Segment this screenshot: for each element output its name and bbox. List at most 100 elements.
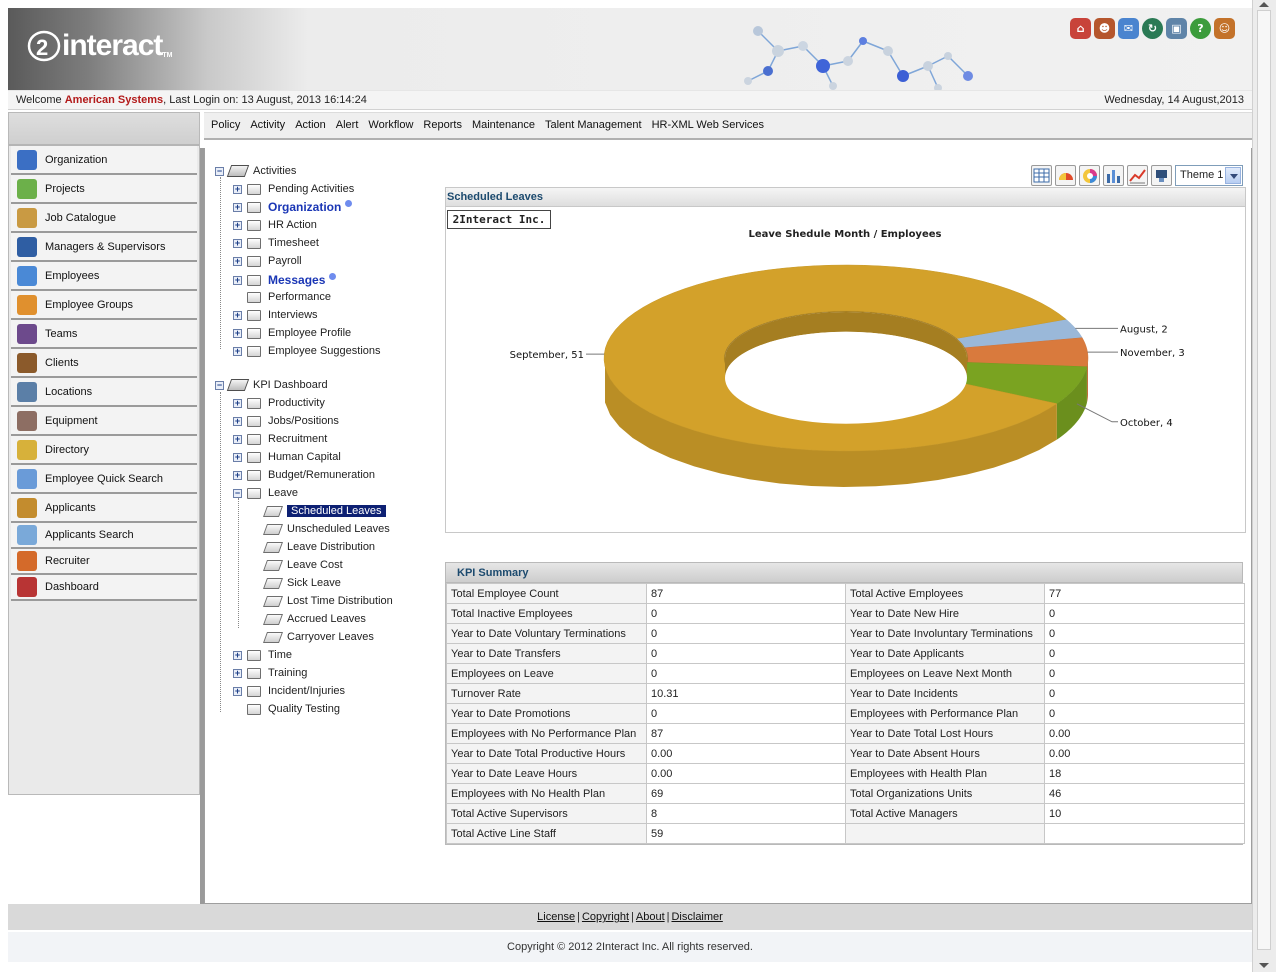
logout-user-icon[interactable]: ☺ (1214, 18, 1235, 39)
sidebar-item-directory[interactable]: Directory (11, 436, 197, 465)
tree-item-productivity[interactable]: + Productivity (233, 394, 325, 412)
sidebar-item-applicants[interactable]: Applicants (11, 494, 197, 523)
tree-item-quality-testing[interactable]: Quality Testing (247, 700, 340, 718)
dashboard-icon (17, 577, 37, 597)
home-icon[interactable]: ⌂ (1070, 18, 1091, 39)
sidebar-item-recruiter[interactable]: Recruiter (11, 549, 197, 575)
tree-leaf-lost-time-distribution[interactable]: Lost Time Distribution (262, 592, 393, 610)
menu-hr-xml-web-services[interactable]: HR-XML Web Services (652, 113, 764, 138)
expand-icon[interactable]: + (233, 686, 242, 696)
collapse-icon[interactable]: − (215, 166, 224, 176)
sidebar-item-managers[interactable]: Managers & Supervisors (11, 233, 197, 262)
expand-icon[interactable]: + (233, 434, 242, 444)
sidebar-item-quick-search[interactable]: Employee Quick Search (11, 465, 197, 494)
expand-icon[interactable]: + (233, 398, 242, 408)
tree-item-organization[interactable]: + Organization (233, 198, 353, 216)
chevron-down-icon[interactable] (1225, 167, 1241, 184)
sidebar-item-employees[interactable]: Employees (11, 262, 197, 291)
tree-item-performance[interactable]: Performance (247, 288, 331, 306)
mail-icon[interactable]: ✉ (1118, 18, 1139, 39)
tree-item-time[interactable]: + Time (233, 646, 292, 664)
footer-link-about[interactable]: About (636, 911, 665, 923)
tree-leaf-unscheduled-leaves[interactable]: Unscheduled Leaves (262, 520, 390, 538)
menu-activity[interactable]: Activity (250, 113, 285, 138)
collapse-icon[interactable]: − (233, 488, 242, 498)
expand-icon[interactable]: + (233, 416, 242, 426)
export-icon[interactable] (1151, 165, 1172, 186)
expand-icon[interactable]: + (233, 470, 242, 480)
tree-kpi-dashboard[interactable]: − KPI Dashboard (215, 376, 328, 394)
sidebar-item-applicants-search[interactable]: Applicants Search (11, 523, 197, 549)
tree-leaf-leave-cost[interactable]: Leave Cost (262, 556, 343, 574)
sync-icon[interactable]: ↻ (1142, 18, 1163, 39)
line-chart-icon[interactable] (1127, 165, 1148, 186)
sidebar-item-dashboard[interactable]: Dashboard (11, 575, 197, 601)
tree-item-training[interactable]: + Training (233, 664, 307, 682)
tree-item-messages[interactable]: + Messages (233, 271, 337, 289)
footer-link-disclaimer[interactable]: Disclaimer (671, 911, 722, 923)
tree-item-timesheet[interactable]: + Timesheet (233, 234, 319, 252)
expand-icon[interactable]: + (233, 328, 242, 338)
sidebar-item-organization[interactable]: Organization (11, 146, 197, 175)
bar-chart-icon[interactable] (1103, 165, 1124, 186)
expand-icon[interactable]: + (233, 256, 242, 266)
tree-item-human-capital[interactable]: + Human Capital (233, 448, 341, 466)
expand-icon[interactable]: + (233, 650, 242, 660)
menu-workflow[interactable]: Workflow (368, 113, 413, 138)
app-logo[interactable]: 2 interactTM (26, 28, 172, 64)
expand-icon[interactable]: + (233, 310, 242, 320)
tree-leaf-scheduled-leaves[interactable]: Scheduled Leaves (262, 502, 386, 520)
scroll-down-icon[interactable] (1259, 963, 1269, 968)
scroll-up-icon[interactable] (1259, 2, 1269, 7)
tree-leaf-accrued-leaves[interactable]: Accrued Leaves (262, 610, 366, 628)
footer-link-copyright[interactable]: Copyright (582, 911, 629, 923)
tree-item-budget-remuneration[interactable]: + Budget/Remuneration (233, 466, 375, 484)
scrollbar-thumb[interactable] (1257, 10, 1271, 950)
tree-item-interviews[interactable]: + Interviews (233, 306, 318, 324)
expand-icon[interactable]: + (233, 275, 242, 285)
sidebar-item-employee-groups[interactable]: Employee Groups (11, 291, 197, 320)
tree-item-employee-suggestions[interactable]: + Employee Suggestions (233, 342, 381, 360)
sidebar-item-job-catalogue[interactable]: Job Catalogue (11, 204, 197, 233)
table-view-icon[interactable] (1031, 165, 1052, 186)
vertical-scrollbar[interactable] (1252, 0, 1276, 972)
expand-icon[interactable]: + (233, 452, 242, 462)
tree-item-recruitment[interactable]: + Recruitment (233, 430, 327, 448)
tree-leaf-leave-distribution[interactable]: Leave Distribution (262, 538, 375, 556)
expand-icon[interactable]: + (233, 346, 242, 356)
expand-icon[interactable]: + (233, 184, 242, 194)
help-icon[interactable]: ? (1190, 18, 1211, 39)
menu-maintenance[interactable]: Maintenance (472, 113, 535, 138)
pie-chart-icon[interactable] (1079, 165, 1100, 186)
menu-action[interactable]: Action (295, 113, 326, 138)
sidebar-item-equipment[interactable]: Equipment (11, 407, 197, 436)
sidebar-item-projects[interactable]: Projects (11, 175, 197, 204)
tree-leaf-sick-leave[interactable]: Sick Leave (262, 574, 341, 592)
tree-item-incident-injuries[interactable]: + Incident/Injuries (233, 682, 345, 700)
computer-icon[interactable]: ▣ (1166, 18, 1187, 39)
tree-item-leave[interactable]: − Leave (233, 484, 298, 502)
sidebar-item-teams[interactable]: Teams (11, 320, 197, 349)
menu-reports[interactable]: Reports (423, 113, 462, 138)
tree-item-jobs-positions[interactable]: + Jobs/Positions (233, 412, 339, 430)
expand-icon[interactable]: + (233, 202, 242, 212)
expand-icon[interactable]: + (233, 238, 242, 248)
menu-alert[interactable]: Alert (336, 113, 359, 138)
tree-item-hr-action[interactable]: + HR Action (233, 216, 317, 234)
menu-talent-management[interactable]: Talent Management (545, 113, 642, 138)
sidebar-item-clients[interactable]: Clients (11, 349, 197, 378)
tree-item-pending-activities[interactable]: + Pending Activities (233, 180, 354, 198)
user-icon[interactable]: ☻ (1094, 18, 1115, 39)
gauge-chart-icon[interactable] (1055, 165, 1076, 186)
tree-activities[interactable]: − Activities (215, 162, 296, 180)
tree-leaf-carryover-leaves[interactable]: Carryover Leaves (262, 628, 374, 646)
expand-icon[interactable]: + (233, 668, 242, 678)
collapse-icon[interactable]: − (215, 380, 224, 390)
menu-policy[interactable]: Policy (211, 113, 240, 138)
tree-item-employee-profile[interactable]: + Employee Profile (233, 324, 351, 342)
footer-link-license[interactable]: License (537, 911, 575, 923)
theme-select[interactable]: Theme 1 (1175, 165, 1243, 186)
expand-icon[interactable]: + (233, 220, 242, 230)
sidebar-item-locations[interactable]: Locations (11, 378, 197, 407)
tree-item-payroll[interactable]: + Payroll (233, 252, 302, 270)
